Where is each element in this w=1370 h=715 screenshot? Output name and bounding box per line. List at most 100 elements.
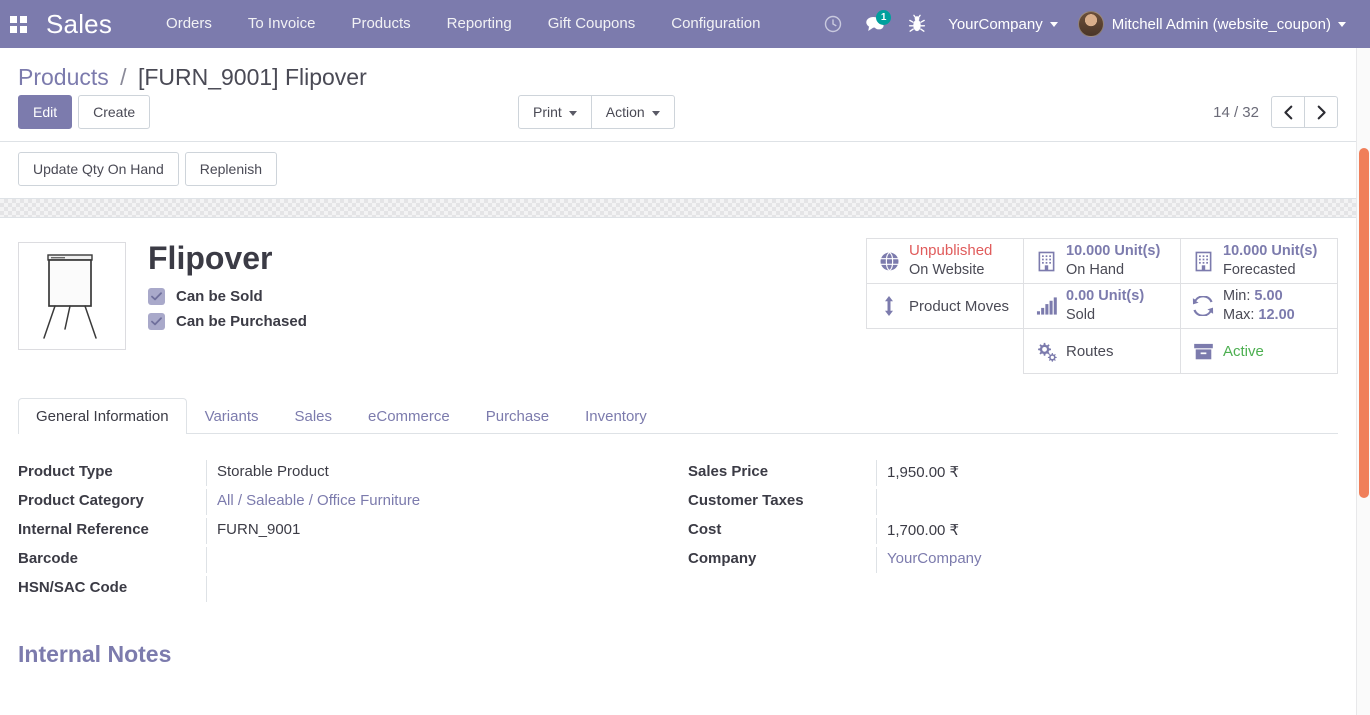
breadcrumb: Products / [FURN_9001] Flipover [18,48,1338,95]
chevron-down-icon [1338,21,1346,27]
edit-button[interactable]: Edit [18,95,73,129]
chevron-right-icon [1317,105,1326,119]
stat-button-routes[interactable]: Routes [1023,328,1181,374]
menu-item-orders[interactable]: Orders [148,0,230,48]
tab-general-information[interactable]: General Information [18,398,187,434]
stat-text: 0.00 Unit(s) Sold [1066,287,1144,324]
menu-item-configuration[interactable]: Configuration [653,0,778,48]
stat-label-active: Active [1223,342,1264,360]
field-value[interactable]: Storable Product [206,460,650,486]
field-customer-taxes: Customer Taxes [688,489,1338,518]
field-value[interactable] [206,576,650,602]
vertical-scrollbar-track[interactable] [1356,48,1370,715]
record-pager: 14 / 32 [1213,96,1338,128]
form-sheet: Flipover Can be Sold Can be Purchased Un… [0,218,1356,605]
can-be-sold-label: Can be Sold [176,287,263,305]
bar-chart-icon [1033,296,1059,316]
stat-max-label: Max: [1223,307,1255,323]
internal-notes-heading: Internal Notes [18,641,172,667]
field-value[interactable] [876,489,1338,515]
dropdown-button-group: Print Action [518,95,675,129]
vertical-scrollbar-thumb[interactable] [1359,148,1369,498]
tab-sales[interactable]: Sales [277,398,351,434]
page-body: Products / [FURN_9001] Flipover Edit Cre… [0,48,1370,668]
stat-button-archive-active[interactable]: Active [1180,328,1338,374]
menu-item-products[interactable]: Products [333,0,428,48]
field-value[interactable]: 1,700.00 ₹ [876,518,1338,544]
field-internal-reference: Internal Reference FURN_9001 [18,518,650,547]
stat-button-on-hand[interactable]: 10.000 Unit(s) On Hand [1023,238,1181,284]
flipchart-easel-icon [43,254,97,339]
stat-button-reordering-rules[interactable]: Min: 5.00 Max: 12.00 [1180,283,1338,329]
stat-button-website-published[interactable]: Unpublished On Website [866,238,1024,284]
menu-item-gift-coupons[interactable]: Gift Coupons [530,0,654,48]
user-menu[interactable]: Mitchell Admin (website_coupon) [1068,0,1356,48]
stat-label-on-website: On Website [909,262,985,278]
tab-purchase[interactable]: Purchase [468,398,567,434]
field-label: Company [688,550,757,567]
can-be-purchased-row[interactable]: Can be Purchased [148,312,307,330]
stat-value-forecasted: 10.000 Unit(s) [1223,243,1318,260]
pager-counter: 14 / 32 [1213,103,1259,121]
field-label: Product Type [18,463,113,480]
menu-item-reporting[interactable]: Reporting [429,0,530,48]
field-value[interactable]: 1,950.00 ₹ [876,460,1338,486]
notebook-tabs: General Information Variants Sales eComm… [18,398,1338,434]
action-dropdown-button[interactable]: Action [590,95,675,129]
stat-button-product-moves[interactable]: Product Moves [866,283,1024,329]
create-button[interactable]: Create [78,95,151,129]
company-switcher[interactable]: YourCompany [938,0,1068,48]
activities-clock-button[interactable] [812,0,854,48]
messaging-button[interactable]: 1 [854,0,896,48]
control-panel: Products / [FURN_9001] Flipover Edit Cre… [0,48,1356,198]
menu-item-to-invoice[interactable]: To Invoice [230,0,334,48]
sheet-header: Flipover Can be Sold Can be Purchased Un… [18,238,1338,374]
print-label: Print [533,104,562,120]
field-company: Company YourCompany [688,547,1338,576]
form-column-left: Product Type Storable Product Product Ca… [18,460,678,605]
field-label: Customer Taxes [688,492,804,509]
update-qty-on-hand-button[interactable]: Update Qty On Hand [18,152,179,186]
stat-text: Min: 5.00 Max: 12.00 [1223,287,1295,324]
stat-buttons-grid: Unpublished On Website 10.000 Unit(s) On… [866,238,1338,374]
stat-max-row: Max: 12.00 [1223,307,1295,323]
field-value[interactable]: All / Saleable / Office Furniture [206,489,650,515]
print-dropdown-button[interactable]: Print [518,95,592,129]
pager-previous-button[interactable] [1271,96,1305,128]
check-icon [151,291,162,300]
product-image[interactable] [18,242,126,350]
stat-label-forecasted: Forecasted [1223,262,1296,278]
form-column-right: Sales Price 1,950.00 ₹ Customer Taxes Co… [678,460,1338,605]
check-icon [151,316,162,325]
stat-min-value: 5.00 [1254,288,1283,305]
breadcrumb-products[interactable]: Products [18,64,109,90]
chevron-down-icon [568,110,577,116]
field-label: Barcode [18,550,79,567]
debug-bug-button[interactable] [896,0,938,48]
stat-text: 10.000 Unit(s) Forecasted [1223,242,1317,279]
tab-inventory[interactable]: Inventory [567,398,665,434]
field-value[interactable] [206,547,650,573]
user-name-label: Mitchell Admin (website_coupon) [1111,15,1331,33]
field-value[interactable]: YourCompany [876,547,1338,573]
building-icon [1033,251,1059,272]
apps-menu-button[interactable] [0,0,36,48]
field-hsn-sac-code: HSN/SAC Code [18,576,650,605]
pager-next-button[interactable] [1304,96,1338,128]
control-panel-actions: Edit Create Print Action 14 / 32 [18,95,1338,141]
can-be-purchased-checkbox[interactable] [148,312,165,330]
field-barcode: Barcode [18,547,650,576]
main-menu: Orders To Invoice Products Reporting Gif… [148,0,778,48]
tab-variants[interactable]: Variants [187,398,277,434]
can-be-purchased-label: Can be Purchased [176,312,307,330]
field-value[interactable]: FURN_9001 [206,518,650,544]
stat-button-sold[interactable]: 0.00 Unit(s) Sold [1023,283,1181,329]
field-cost: Cost 1,700.00 ₹ [688,518,1338,547]
app-brand-title[interactable]: Sales [36,9,118,40]
tab-ecommerce[interactable]: eCommerce [350,398,468,434]
stat-button-forecasted[interactable]: 10.000 Unit(s) Forecasted [1180,238,1338,284]
replenish-button[interactable]: Replenish [184,152,278,186]
stat-row-2: Product Moves 0.00 Unit(s) Sold Min: 5.0… [866,283,1338,329]
can-be-sold-checkbox[interactable] [148,287,165,305]
can-be-sold-row[interactable]: Can be Sold [148,287,307,305]
